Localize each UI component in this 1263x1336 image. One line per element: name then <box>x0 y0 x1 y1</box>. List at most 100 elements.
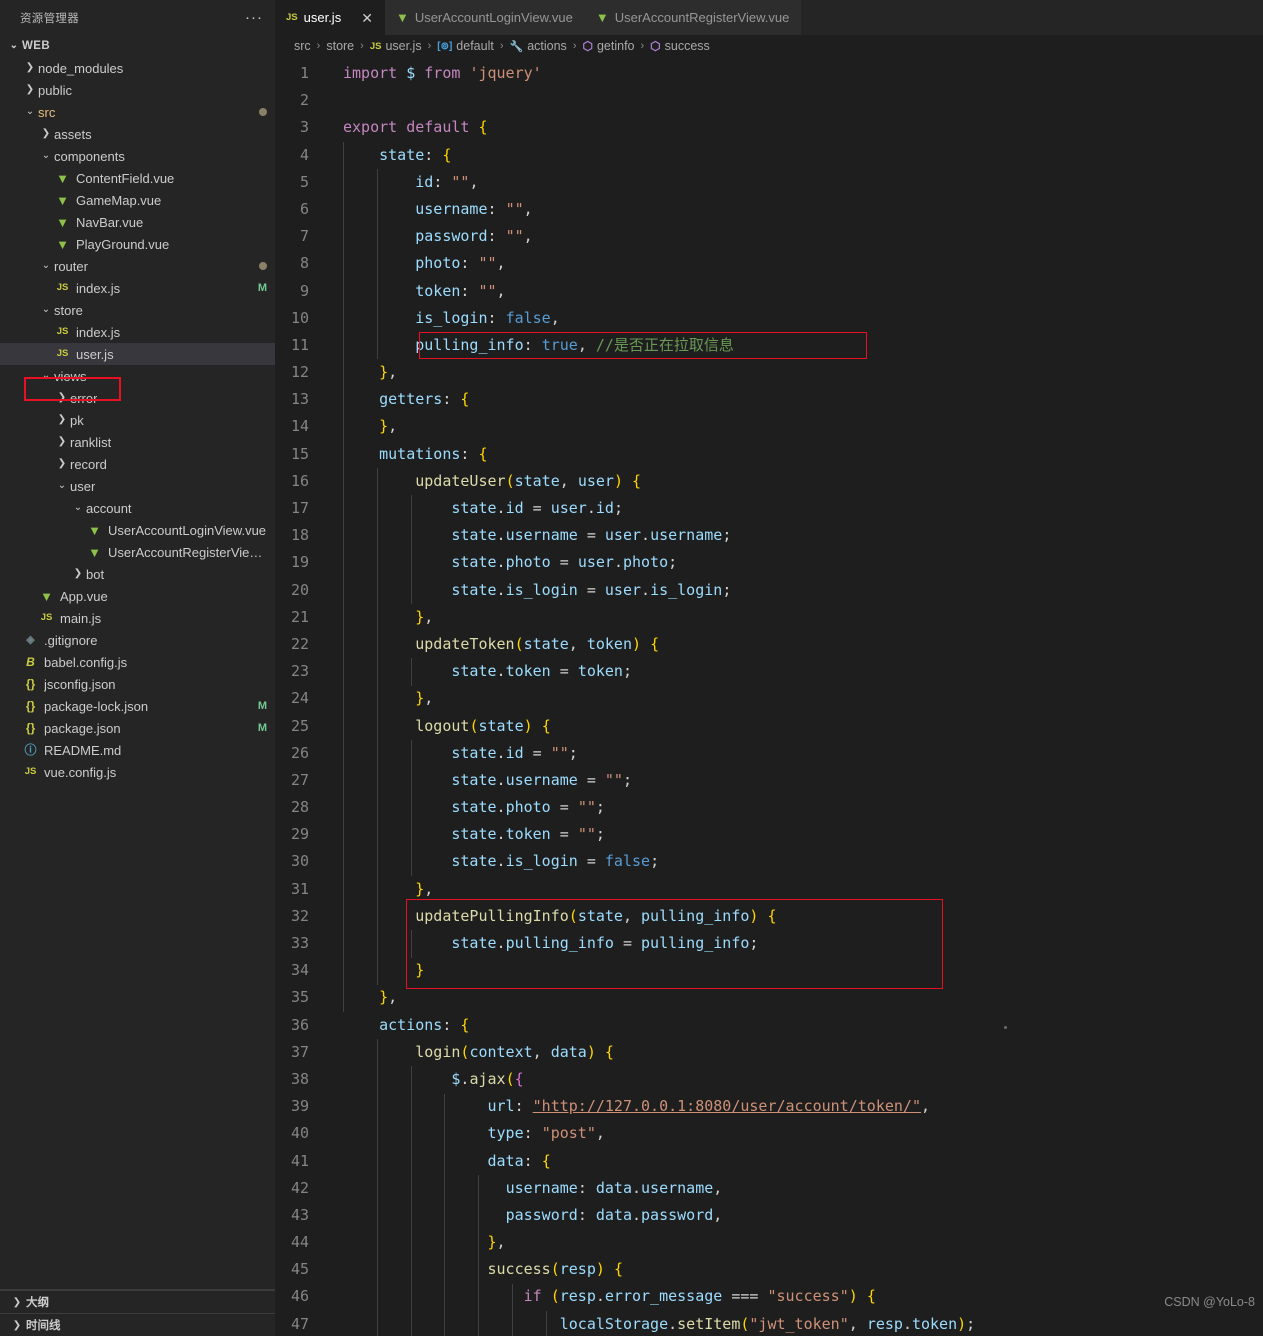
line-content[interactable]: state: { <box>327 142 1263 169</box>
tree-item-bot[interactable]: ❯ bot <box>0 563 275 585</box>
line-content[interactable]: import $ from 'jquery' <box>327 60 1263 87</box>
tree-item-router[interactable]: ⌄ router <box>0 255 275 277</box>
tree-item-views[interactable]: ⌄ views <box>0 365 275 387</box>
tab-useraccountregisterview-vue[interactable]: ▼ UserAccountRegisterView.vue <box>584 0 802 35</box>
tree-item-record[interactable]: ❯ record <box>0 453 275 475</box>
tree-item-app-vue[interactable]: ▼ App.vue <box>0 585 275 607</box>
line-content[interactable]: login(context, data) { <box>327 1039 1263 1066</box>
line-content[interactable]: $.ajax({ <box>327 1066 1263 1093</box>
tree-item-index-js[interactable]: JS index.js M <box>0 277 275 299</box>
line-content[interactable]: state.pulling_info = pulling_info; <box>327 930 1263 957</box>
line-content[interactable]: localStorage.setItem("jwt_token", resp.t… <box>327 1311 1263 1336</box>
line-content[interactable] <box>327 87 1263 114</box>
line-content[interactable]: token: "", <box>327 278 1263 305</box>
line-content[interactable]: type: "post", <box>327 1120 1263 1147</box>
line-content[interactable]: url: "http://127.0.0.1:8080/user/account… <box>327 1093 1263 1120</box>
close-icon[interactable]: ✕ <box>361 11 373 25</box>
tree-item-gamemap-vue[interactable]: ▼ GameMap.vue <box>0 189 275 211</box>
line-content[interactable]: }, <box>327 359 1263 386</box>
line-content[interactable]: id: "", <box>327 169 1263 196</box>
tree-item-babel-config-js[interactable]: Bbabel.config.js <box>0 651 275 673</box>
tree-item-useraccountloginview-vue[interactable]: ▼ UserAccountLoginView.vue <box>0 519 275 541</box>
tree-item-vue-config-js[interactable]: JS vue.config.js <box>0 761 275 783</box>
tree-item-main-js[interactable]: JS main.js <box>0 607 275 629</box>
tree-item-jsconfig-json[interactable]: {} jsconfig.json <box>0 673 275 695</box>
breadcrumb[interactable]: src › store › JS user.js › [⊚] default › 🔧 actions ›… <box>275 35 1263 57</box>
line-content[interactable]: state.id = user.id; <box>327 495 1263 522</box>
tree-item-package-json[interactable]: {} package.json M <box>0 717 275 739</box>
line-content[interactable]: state.photo = ""; <box>327 794 1263 821</box>
breadcrumb-item-default[interactable]: [⊚] default <box>437 39 494 53</box>
tree-item-readme-md[interactable]: ⓘ README.md <box>0 739 275 761</box>
line-content[interactable]: if (resp.error_message === "success") { <box>327 1283 1263 1310</box>
breadcrumb-item-actions[interactable]: 🔧 actions <box>510 39 567 53</box>
line-content[interactable]: export default { <box>327 114 1263 141</box>
line-content[interactable]: updateToken(state, token) { <box>327 631 1263 658</box>
line-content[interactable]: username: data.username, <box>327 1175 1263 1202</box>
line-content[interactable]: }, <box>327 604 1263 631</box>
code-editor[interactable]: 1 import $ from 'jquery' 2 3 export default… <box>275 57 1263 1336</box>
line-content[interactable]: updateUser(state, user) { <box>327 468 1263 495</box>
sidebar-section-timeline[interactable]: ❯ 时间线 <box>0 1313 275 1336</box>
line-content[interactable]: } <box>327 957 1263 984</box>
line-content[interactable]: pulling_info: true, //是否正在拉取信息 <box>327 332 1263 359</box>
tree-item-error[interactable]: ❯ error <box>0 387 275 409</box>
line-content[interactable]: state.id = ""; <box>327 740 1263 767</box>
breadcrumb-item-success[interactable]: ⬡ success <box>650 39 710 53</box>
tree-item-store[interactable]: ⌄ store <box>0 299 275 321</box>
line-content[interactable]: state.token = ""; <box>327 821 1263 848</box>
line-content[interactable]: }, <box>327 876 1263 903</box>
line-content[interactable]: state.username = ""; <box>327 767 1263 794</box>
line-content[interactable]: state.is_login = false; <box>327 848 1263 875</box>
line-content[interactable]: username: "", <box>327 196 1263 223</box>
file-tree[interactable]: ⌄ WEB ❯ node_modules ❯ public ⌄ src ❯ assets ⌄ comp… <box>0 35 275 1289</box>
code-line: 22 updateToken(state, token) { <box>275 631 1263 658</box>
line-content[interactable]: }, <box>327 1229 1263 1256</box>
tree-root-web[interactable]: ⌄ WEB <box>0 35 275 57</box>
tab-user-js[interactable]: JS user.js ✕ <box>275 0 385 35</box>
tree-item-public[interactable]: ❯ public <box>0 79 275 101</box>
tree-item-navbar-vue[interactable]: ▼ NavBar.vue <box>0 211 275 233</box>
line-content[interactable]: password: data.password, <box>327 1202 1263 1229</box>
tree-item-useraccountregisterview-vue[interactable]: ▼ UserAccountRegisterView.vue <box>0 541 275 563</box>
line-content[interactable]: actions: { <box>327 1012 1263 1039</box>
tree-item-contentfield-vue[interactable]: ▼ ContentField.vue <box>0 167 275 189</box>
tree-item-package-lock-json[interactable]: {} package-lock.json M <box>0 695 275 717</box>
breadcrumb-item-getinfo[interactable]: ⬡ getinfo <box>582 39 634 53</box>
tree-item--gitignore[interactable]: ◈ .gitignore <box>0 629 275 651</box>
sidebar-section-outline[interactable]: ❯ 大纲 <box>0 1290 275 1313</box>
line-content[interactable]: state.is_login = user.is_login; <box>327 577 1263 604</box>
line-content[interactable]: state.username = user.username; <box>327 522 1263 549</box>
tree-item-pk[interactable]: ❯ pk <box>0 409 275 431</box>
tree-item-ranklist[interactable]: ❯ ranklist <box>0 431 275 453</box>
tree-item-playground-vue[interactable]: ▼ PlayGround.vue <box>0 233 275 255</box>
tab-useraccountloginview-vue[interactable]: ▼ UserAccountLoginView.vue <box>384 0 585 35</box>
line-content[interactable]: }, <box>327 413 1263 440</box>
line-content[interactable]: state.photo = user.photo; <box>327 549 1263 576</box>
breadcrumb-item-user-js[interactable]: JS user.js <box>370 39 422 53</box>
tab-bar[interactable]: JS user.js ✕ ▼ UserAccountLoginView.vue ▼ User… <box>275 0 1263 35</box>
line-content[interactable]: getters: { <box>327 386 1263 413</box>
line-content[interactable]: success(resp) { <box>327 1256 1263 1283</box>
line-content[interactable]: password: "", <box>327 223 1263 250</box>
tree-item-user[interactable]: ⌄ user <box>0 475 275 497</box>
breadcrumb-item-store[interactable]: store <box>326 39 354 53</box>
tree-item-components[interactable]: ⌄ components <box>0 145 275 167</box>
tree-item-node-modules[interactable]: ❯ node_modules <box>0 57 275 79</box>
line-content[interactable]: data: { <box>327 1148 1263 1175</box>
line-content[interactable]: updatePullingInfo(state, pulling_info) { <box>327 903 1263 930</box>
breadcrumb-item-src[interactable]: src <box>294 39 311 53</box>
tree-item-user-js[interactable]: JS user.js <box>0 343 275 365</box>
line-content[interactable]: }, <box>327 984 1263 1011</box>
line-content[interactable]: mutations: { <box>327 441 1263 468</box>
line-content[interactable]: is_login: false, <box>327 305 1263 332</box>
tree-item-src[interactable]: ⌄ src <box>0 101 275 123</box>
line-content[interactable]: photo: "", <box>327 250 1263 277</box>
line-content[interactable]: logout(state) { <box>327 713 1263 740</box>
line-content[interactable]: }, <box>327 685 1263 712</box>
line-content[interactable]: state.token = token; <box>327 658 1263 685</box>
tree-item-index-js[interactable]: JS index.js <box>0 321 275 343</box>
tree-item-account[interactable]: ⌄ account <box>0 497 275 519</box>
tree-item-assets[interactable]: ❯ assets <box>0 123 275 145</box>
more-actions-icon[interactable]: ··· <box>245 10 263 25</box>
